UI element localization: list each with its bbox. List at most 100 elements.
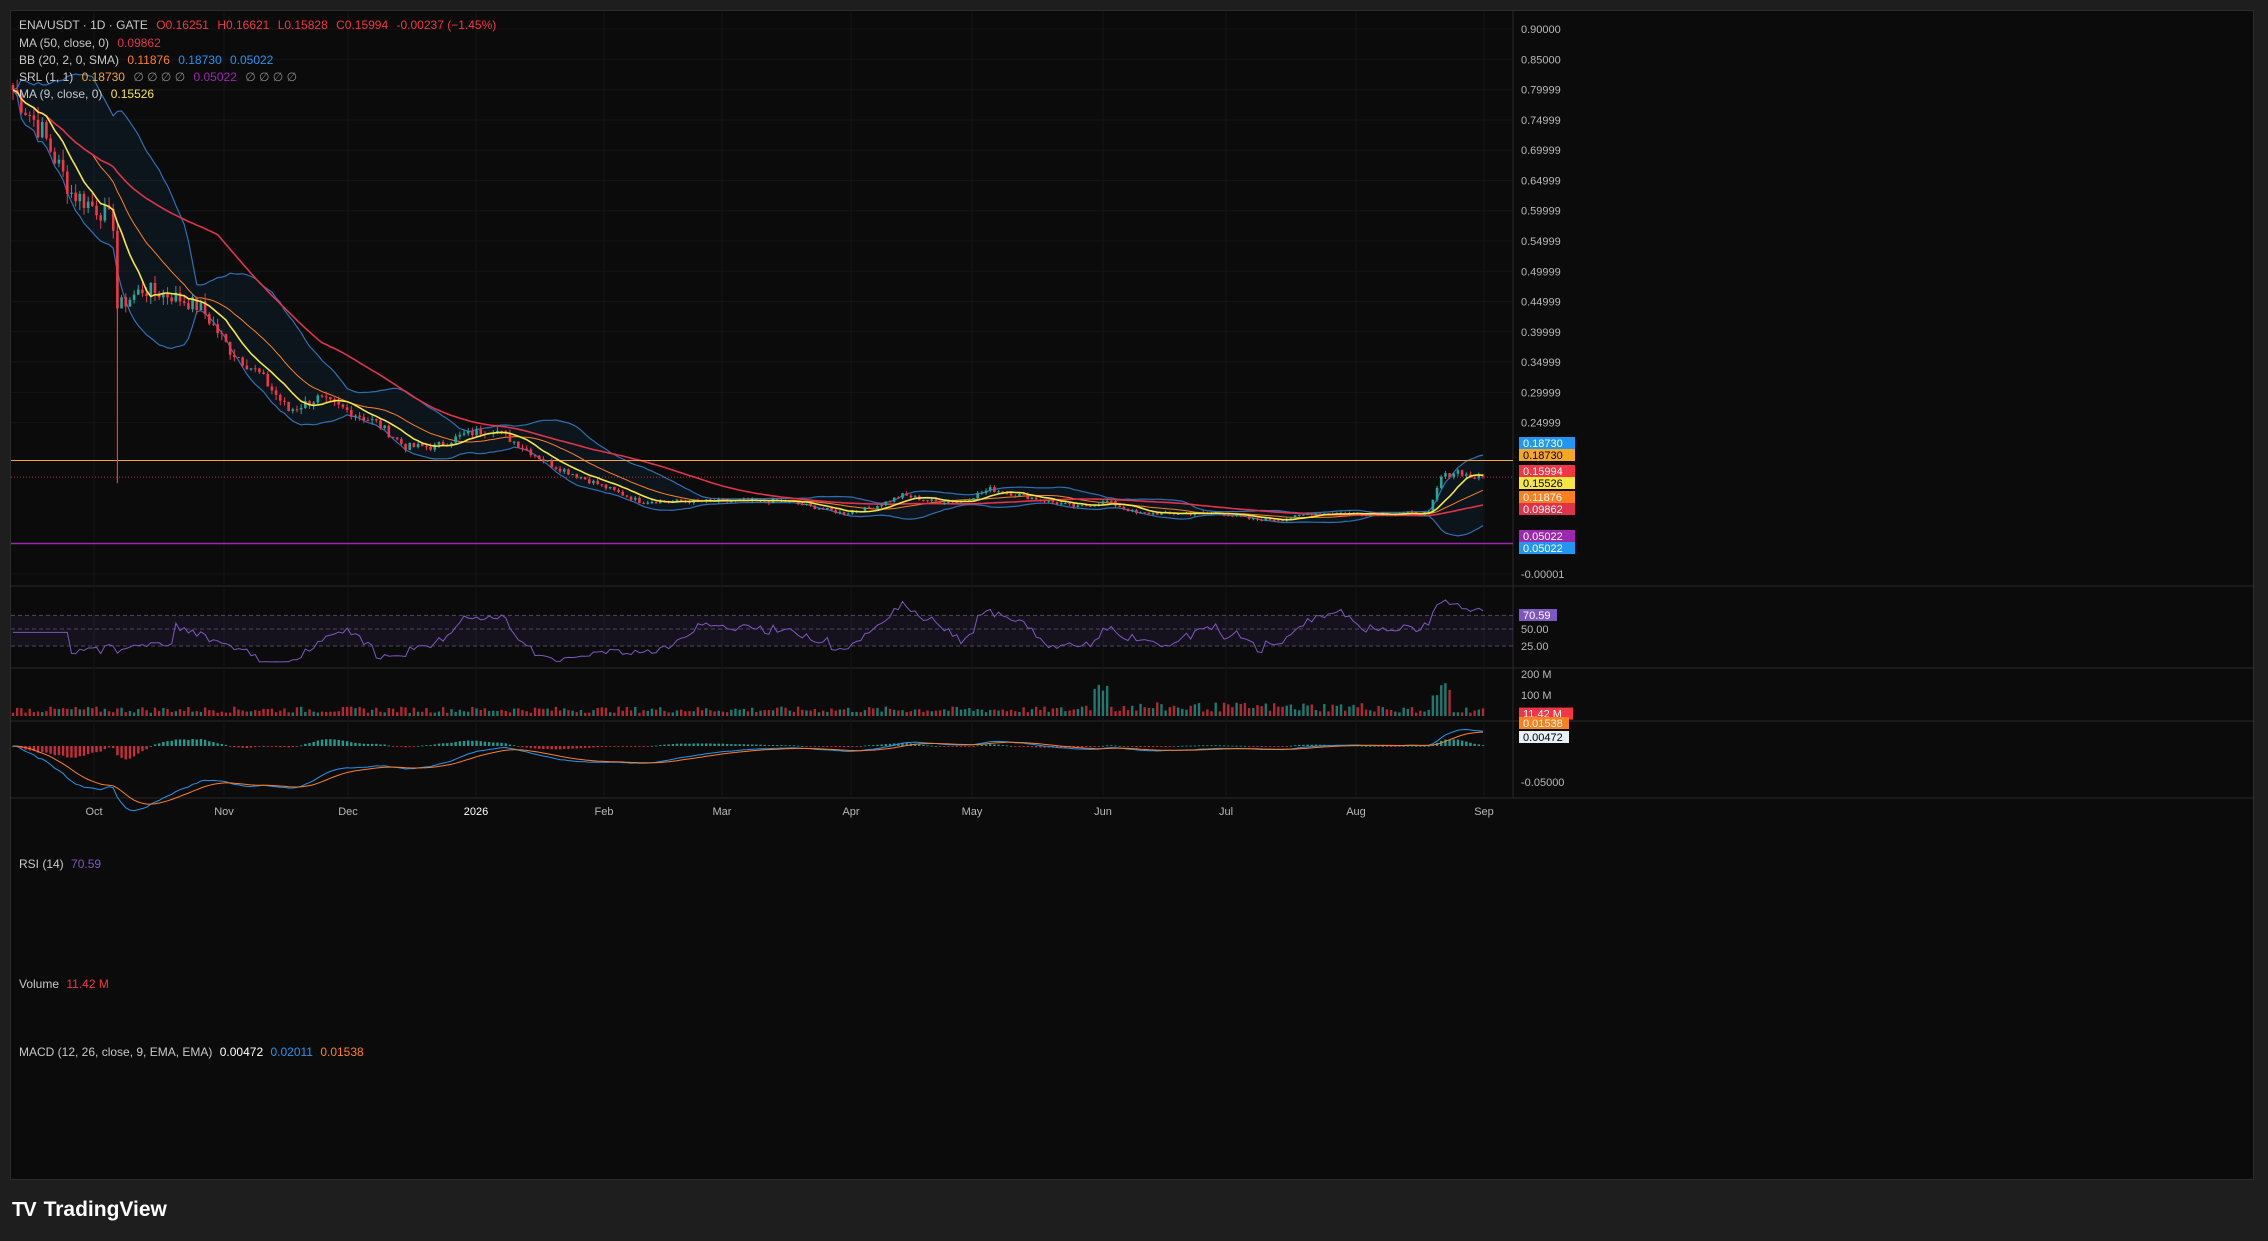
price-tag-label: 0.15994 (1523, 466, 1563, 478)
macd-pane-label[interactable]: MACD (12, 26, close, 9, EMA, EMA) 0.0047… (19, 1045, 364, 1059)
macd-hist-bar (583, 746, 587, 748)
macd-hist-bar (613, 746, 616, 747)
volume-bar (930, 711, 933, 716)
chart-frame[interactable]: Oct Nov Dec 2026 Feb Mar Apr May Jun Jul Aug Sep 0.9… (10, 10, 2255, 1181)
macd-hist-bar (629, 746, 633, 747)
volume-bar (1373, 711, 1376, 716)
candle-body (1089, 505, 1092, 507)
macd-hist-bar (1289, 745, 1293, 747)
volume-bar (496, 710, 499, 716)
candle-body (583, 477, 587, 480)
macd-hist-bar (237, 746, 240, 748)
bb-band-fill (13, 74, 1483, 536)
volume-bar (771, 710, 775, 716)
volume-bar (124, 712, 127, 716)
macd-hist-bar (642, 746, 645, 747)
macd-hist-bar (1465, 741, 1468, 746)
candle-body (266, 374, 270, 387)
symbol-label[interactable]: ENA/USDT · 1D · GATE (19, 18, 148, 32)
volume-bar (1160, 704, 1163, 716)
macd-hist-bar (1197, 745, 1201, 747)
volume-bar (70, 709, 73, 716)
macd-hist-bar (537, 746, 541, 749)
macd-hist-bar (1377, 746, 1380, 747)
volume-bar (1352, 704, 1355, 716)
tradingview-logo[interactable]: TV TradingView (12, 1196, 167, 1224)
macd-hist-bar (1164, 746, 1167, 747)
volume-bar (1239, 703, 1242, 716)
legend-srl[interactable]: SRL (1, 1) 0.18730 ∅ ∅ ∅ ∅ 0.05022 ∅ ∅ ∅… (19, 69, 302, 85)
srl-dots-1: ∅ ∅ ∅ ∅ (133, 70, 186, 84)
volume-bar (329, 711, 332, 716)
volume-bar (504, 711, 507, 716)
volume-bar (149, 712, 153, 716)
rsi-pane-label[interactable]: RSI (14) 70.59 (19, 857, 101, 871)
volume-bar (1310, 704, 1313, 716)
price-chart-svg[interactable]: Oct Nov Dec 2026 Feb Mar Apr May Jun Jul Aug Sep 0.9… (11, 11, 2255, 1181)
volume-bar (487, 710, 491, 716)
volume-bar (433, 712, 436, 716)
volume-bar (99, 711, 102, 716)
candle-body (1051, 500, 1055, 503)
candle-body (466, 430, 470, 434)
volume-bar (947, 710, 950, 716)
candle-body (245, 365, 249, 370)
volume-bar (1143, 707, 1146, 716)
candle-body (646, 502, 650, 504)
macd-hist-bar (847, 746, 850, 747)
candle-body (274, 390, 278, 395)
legend-bb[interactable]: BB (20, 2, 0, SMA) 0.11876 0.18730 0.050… (19, 52, 278, 68)
macd-hist-bar (149, 745, 153, 747)
macd-hist-bar (1126, 746, 1130, 747)
volume-pane-label[interactable]: Volume 11.42 M (19, 977, 109, 991)
candle-body (458, 434, 462, 437)
volume-tick-label: 100 M (1521, 690, 1552, 702)
volume-bar (166, 709, 169, 716)
candle-body (354, 415, 357, 417)
volume-bar (1068, 710, 1071, 716)
candle-body (82, 193, 86, 209)
legend-ma50[interactable]: MA (50, close, 0) 0.09862 (19, 35, 166, 51)
candle-body (99, 215, 102, 221)
volume-bar (1039, 710, 1042, 716)
candle-body (1419, 514, 1422, 516)
macd-hist-bar (153, 744, 157, 746)
candle-body (278, 394, 282, 401)
x-tick-label: Aug (1346, 806, 1366, 818)
macd-hist-bar (558, 746, 562, 750)
macd-hist-bar (1014, 746, 1017, 747)
candle-body (613, 486, 616, 490)
candle-body (341, 404, 345, 408)
macd-hist-bar (679, 743, 683, 746)
volume-bar (951, 706, 954, 716)
macd-hist-bar (82, 746, 86, 756)
candle-body (512, 441, 516, 443)
candle-body (1464, 474, 1468, 476)
legend-ma9[interactable]: MA (9, close, 0) 0.15526 (19, 86, 159, 102)
candle-body (237, 357, 240, 359)
volume-bar (872, 708, 875, 716)
candle-body (291, 409, 295, 411)
macd-hist-bar (817, 746, 821, 747)
macd-hist-bar (705, 743, 708, 746)
volume-bar (1444, 683, 1447, 716)
macd-hist-bar (1181, 745, 1184, 747)
volume-bar (24, 712, 27, 716)
tradingview-mark-icon: TV (12, 1198, 37, 1221)
volume-bar (220, 711, 224, 716)
candle-body (1034, 497, 1038, 500)
macd-hist-bar (771, 745, 775, 746)
x-tick-label: Sep (1474, 806, 1494, 818)
macd-hist-bar (387, 745, 391, 747)
candle-body (366, 420, 370, 422)
candle-body (588, 479, 591, 484)
candle-body (880, 505, 883, 507)
volume-bar (20, 708, 23, 716)
macd-hist-bar (437, 743, 441, 746)
volume-bar (1452, 712, 1455, 716)
y-tick-label: 0.79999 (1521, 85, 1561, 97)
macd-hist-bar (1364, 745, 1368, 747)
macd-hist-bar (659, 745, 662, 746)
macd-hist-bar (1381, 745, 1384, 747)
volume-bar (1206, 709, 1209, 716)
